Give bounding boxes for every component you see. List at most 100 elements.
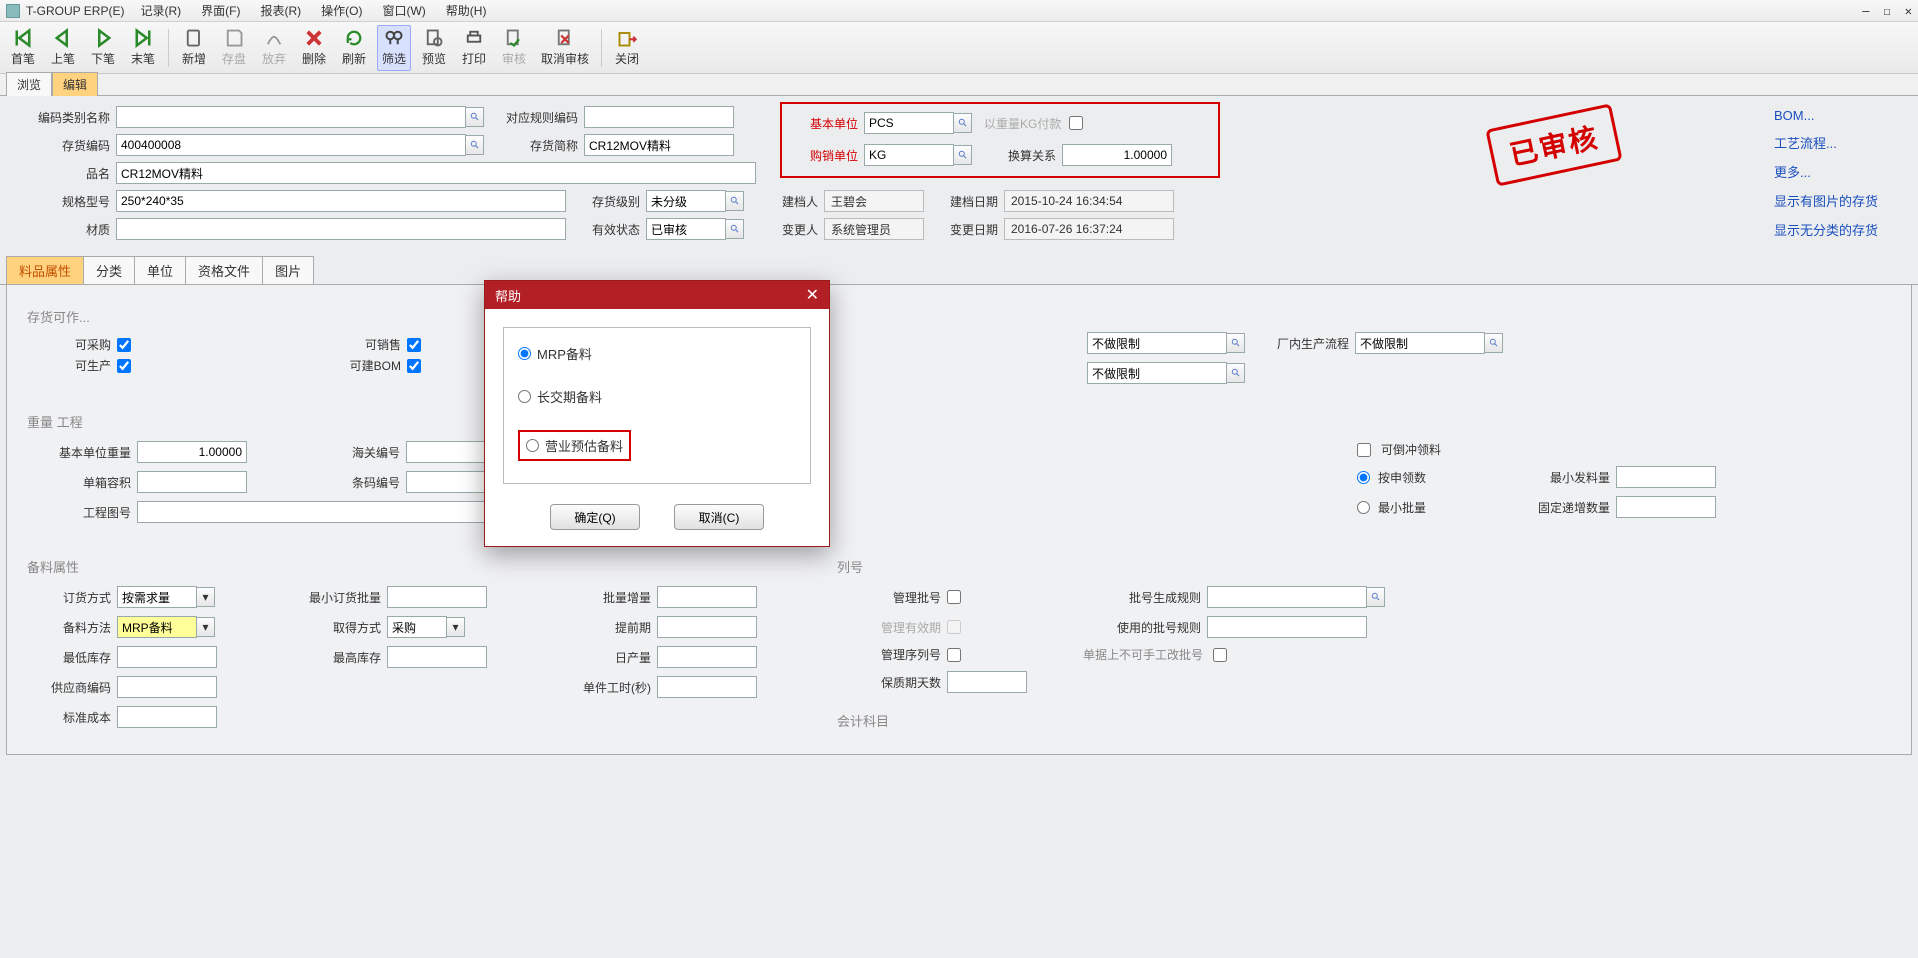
input-min-stock[interactable] (117, 646, 217, 668)
dialog-close-icon[interactable]: ✕ (806, 285, 819, 305)
checkbox-reverse-pick[interactable] (1357, 443, 1371, 457)
radio-sales-forecast-input[interactable] (526, 439, 539, 452)
tb-new[interactable]: 新增 (177, 25, 211, 71)
radio-mrp[interactable]: MRP备料 (518, 344, 796, 363)
tab-item-attr[interactable]: 料品属性 (6, 256, 84, 284)
input-daily-out[interactable] (657, 646, 757, 668)
tb-filter[interactable]: 筛选 (377, 25, 411, 71)
select-status[interactable] (646, 218, 726, 240)
tab-category[interactable]: 分类 (83, 256, 135, 284)
checkbox-pay-weight[interactable] (1069, 116, 1083, 130)
lookup-icon[interactable] (466, 135, 484, 155)
tb-delete[interactable]: 删除 (297, 25, 331, 71)
link-process[interactable]: 工艺流程... (1774, 133, 1878, 152)
radio-long-lead[interactable]: 长交期备料 (518, 387, 796, 406)
input-material[interactable] (116, 218, 566, 240)
input-code-class[interactable] (116, 106, 466, 128)
dropdown-icon[interactable]: ▾ (197, 587, 215, 607)
select-stock-level[interactable] (646, 190, 726, 212)
radio-by-request[interactable] (1357, 471, 1370, 484)
input-base-unit[interactable] (864, 112, 954, 134)
input-max-stock[interactable] (387, 646, 487, 668)
link-more[interactable]: 更多... (1774, 162, 1878, 181)
checkbox-no-manual-lot[interactable] (1213, 648, 1227, 662)
tab-browse[interactable]: 浏览 (6, 72, 52, 96)
tab-edit[interactable]: 编辑 (52, 72, 98, 96)
window-restore-icon[interactable]: ☐ (1884, 4, 1891, 18)
tb-save[interactable]: 存盘 (217, 25, 251, 71)
dropdown-icon[interactable] (726, 219, 744, 239)
link-show-no-category[interactable]: 显示无分类的存货 (1774, 220, 1878, 239)
checkbox-can-sell[interactable] (407, 338, 421, 352)
tab-cert[interactable]: 资格文件 (185, 256, 263, 284)
main-scroll-area[interactable]: 编码类别名称 对应规则编码 存货编码 存货简称 品名 规格型号 (0, 96, 1918, 958)
input-min-order[interactable] (387, 586, 487, 608)
input-ratio[interactable] (1062, 144, 1172, 166)
tb-abandon[interactable]: 放弃 (257, 25, 291, 71)
radio-mrp-input[interactable] (518, 347, 531, 360)
menu-record[interactable]: 记录(R) (136, 0, 185, 21)
menu-ui[interactable]: 界面(F) (197, 0, 244, 21)
input-used-lot-rule[interactable] (1207, 616, 1367, 638)
tab-unit[interactable]: 单位 (134, 256, 186, 284)
select-limit-2[interactable] (1087, 362, 1227, 384)
input-batch-inc[interactable] (657, 586, 757, 608)
radio-min-batch[interactable] (1357, 501, 1370, 514)
input-stock-short[interactable] (584, 134, 734, 156)
input-name[interactable] (116, 162, 756, 184)
input-std-cost[interactable] (117, 706, 217, 728)
lookup-icon[interactable] (1485, 333, 1503, 353)
input-supplier[interactable] (117, 676, 217, 698)
select-limit-1[interactable] (1087, 332, 1227, 354)
dropdown-icon[interactable]: ▾ (447, 617, 465, 637)
input-stock-code[interactable] (116, 134, 466, 156)
input-unit-time[interactable] (657, 676, 757, 698)
tb-last[interactable]: 末笔 (126, 25, 160, 71)
window-close-icon[interactable]: ✕ (1905, 4, 1912, 18)
tab-image[interactable]: 图片 (262, 256, 314, 284)
input-shelf-days[interactable] (947, 671, 1027, 693)
select-lot-rule[interactable] (1207, 586, 1367, 608)
link-show-with-image[interactable]: 显示有图片的存货 (1774, 191, 1878, 210)
checkbox-can-purchase[interactable] (117, 338, 131, 352)
tb-prev[interactable]: 上笔 (46, 25, 80, 71)
select-acquire[interactable] (387, 616, 447, 638)
lookup-icon[interactable] (954, 145, 972, 165)
checkbox-can-bom[interactable] (407, 359, 421, 373)
select-order-way[interactable] (117, 586, 197, 608)
dropdown-icon[interactable] (726, 191, 744, 211)
tb-refresh[interactable]: 刷新 (337, 25, 371, 71)
tb-print[interactable]: 打印 (457, 25, 491, 71)
input-spec[interactable] (116, 190, 566, 212)
menu-window[interactable]: 窗口(W) (378, 0, 429, 21)
checkbox-can-produce[interactable] (117, 359, 131, 373)
lookup-icon[interactable] (1227, 363, 1245, 383)
input-base-weight[interactable] (137, 441, 247, 463)
lookup-icon[interactable] (954, 113, 972, 133)
tb-first[interactable]: 首笔 (6, 25, 40, 71)
lookup-icon[interactable] (1367, 587, 1385, 607)
tb-next[interactable]: 下笔 (86, 25, 120, 71)
radio-sales-forecast[interactable]: 营业预估备料 (518, 430, 631, 461)
link-bom[interactable]: BOM... (1774, 108, 1878, 123)
input-lead-time[interactable] (657, 616, 757, 638)
window-minimize-icon[interactable]: — (1862, 4, 1869, 18)
tb-audit[interactable]: 审核 (497, 25, 531, 71)
input-min-issue[interactable] (1616, 466, 1716, 488)
menu-help[interactable]: 帮助(H) (442, 0, 491, 21)
lookup-icon[interactable] (1227, 333, 1245, 353)
checkbox-manage-serial[interactable] (947, 648, 961, 662)
menu-action[interactable]: 操作(O) (317, 0, 366, 21)
input-rule-code[interactable] (584, 106, 734, 128)
radio-long-lead-input[interactable] (518, 390, 531, 403)
dropdown-icon[interactable]: ▾ (197, 617, 215, 637)
dialog-cancel-button[interactable]: 取消(C) (674, 504, 764, 530)
dialog-ok-button[interactable]: 确定(Q) (550, 504, 640, 530)
tb-close[interactable]: 关闭 (610, 25, 644, 71)
select-factory-flow[interactable] (1355, 332, 1485, 354)
select-stock-method[interactable] (117, 616, 197, 638)
menu-report[interactable]: 报表(R) (256, 0, 305, 21)
input-box-cap[interactable] (137, 471, 247, 493)
tb-unaudit[interactable]: 取消审核 (537, 25, 593, 71)
input-sales-unit[interactable] (864, 144, 954, 166)
